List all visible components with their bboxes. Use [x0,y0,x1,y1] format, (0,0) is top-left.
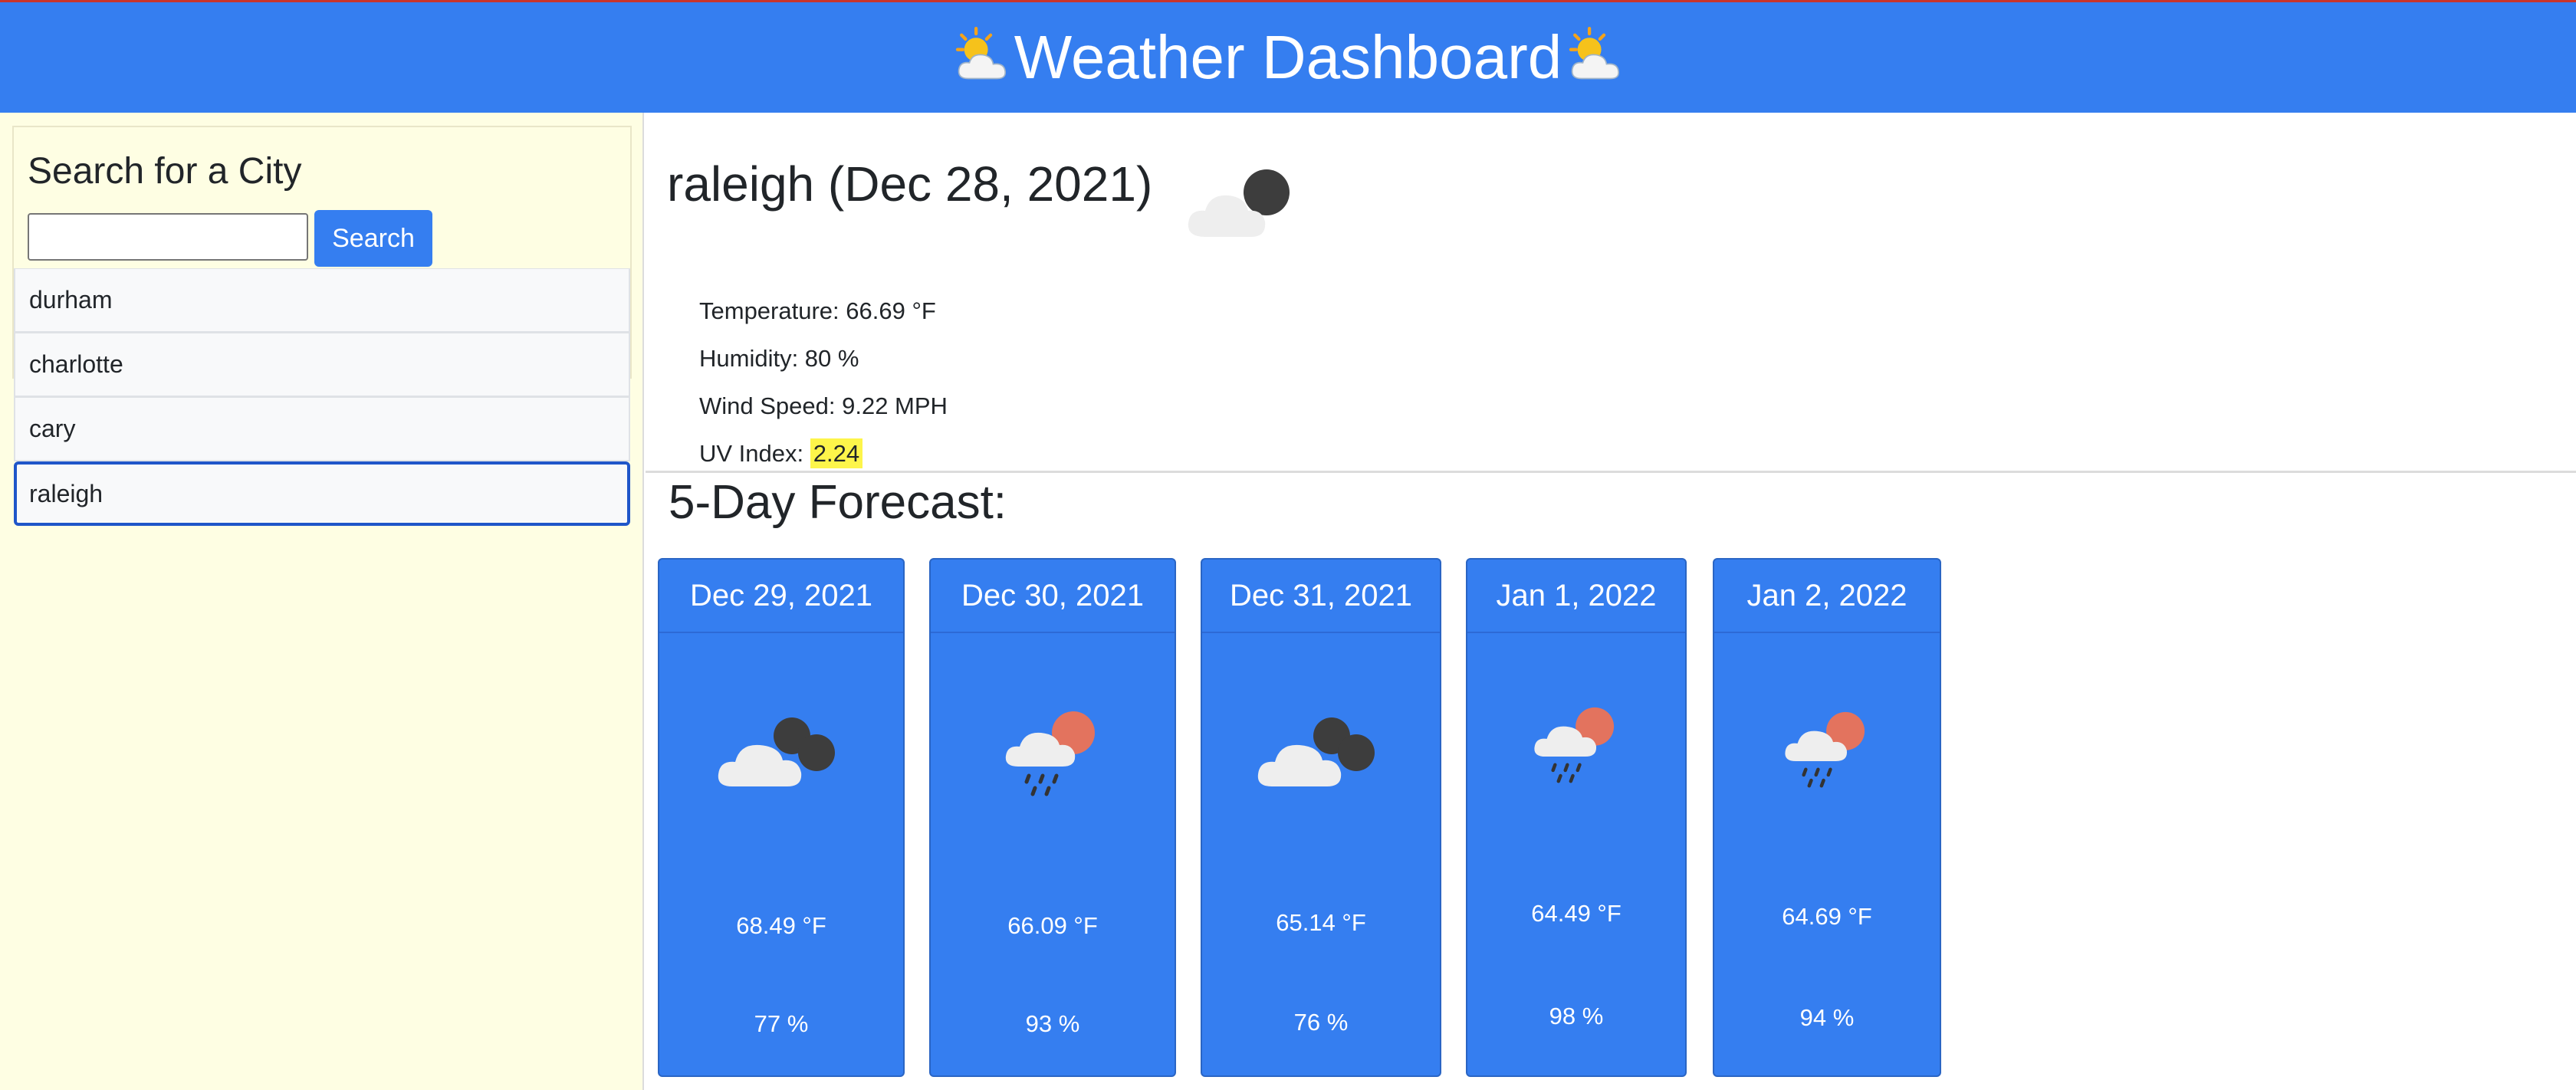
forecast-humidity: 93 % [1025,1010,1080,1037]
forecast-date: Jan 1, 2022 [1467,560,1685,633]
cloud-night-icon [718,717,835,786]
header-title-text: Weather Dashboard [1014,23,1562,91]
forecast-day-card: Dec 29, 2021 68.49 °F 77 % [658,558,905,1077]
forecast-date: Jan 2, 2022 [1714,560,1940,633]
current-city-title: raleigh (Dec 28, 2021) [667,156,1153,212]
forecast-humidity: 77 % [754,1010,809,1037]
forecast-date: Dec 30, 2021 [931,560,1175,633]
cloud-night-icon [1257,717,1375,786]
forecast-temp: 66.09 °F [1007,912,1098,939]
current-weather-panel: raleigh (Dec 28, 2021) Temperature: 66.6… [646,113,2576,473]
rain-sun-icon [1005,711,1095,796]
current-humidity: Humidity: 80 % [699,345,859,372]
forecast-date: Dec 29, 2021 [659,560,903,633]
search-heading: Search for a City [28,151,302,192]
sun-behind-cloud-icon [1569,27,1620,80]
forecast-temp: 64.49 °F [1531,900,1622,927]
current-uv-index: UV Index: 2.24 [699,430,948,478]
app-header: Weather Dashboard [0,2,2576,113]
search-history-list: durham charlotte cary raleigh [14,268,630,526]
cloud-night-icon [1188,169,1290,237]
forecast-day-card: Dec 30, 2021 66.09 °F 93 % [929,558,1176,1077]
current-wind-speed: Wind Speed: 9.22 MPH [699,392,948,419]
city-history-item-selected[interactable]: raleigh [14,461,630,526]
forecast-humidity: 76 % [1293,1009,1349,1036]
city-history-item[interactable]: cary [14,397,630,461]
page-title: Weather Dashboard [948,22,1628,93]
forecast-temp: 65.14 °F [1276,909,1366,936]
rain-sun-icon [1534,707,1615,783]
forecast-day-card: Jan 2, 2022 64.69 °F 94 % [1713,558,1941,1077]
forecast-date: Dec 31, 2021 [1202,560,1440,633]
forecast-day-card: Dec 31, 2021 65.14 °F 76 % [1201,558,1441,1077]
current-temperature: Temperature: 66.69 °F [699,297,936,324]
uv-badge: 2.24 [810,438,863,468]
forecast-title: 5-Day Forecast: [669,476,1007,529]
current-stats: Temperature: 66.69 °F Humidity: 80 % Win… [699,287,948,478]
city-history-item[interactable]: charlotte [14,333,630,397]
sun-behind-cloud-icon [955,27,1006,80]
city-history-item[interactable]: durham [14,268,630,333]
sidebar: Search for a City Search durham charlott… [0,113,644,1090]
forecast-humidity: 98 % [1549,1003,1604,1029]
uv-label: UV Index: [699,440,810,467]
forecast-day-card: Jan 1, 2022 64.49 °F 98 % [1466,558,1687,1077]
rain-sun-icon [1785,711,1865,788]
forecast-humidity: 94 % [1799,1004,1855,1031]
search-button[interactable]: Search [314,210,432,267]
forecast-temp: 64.69 °F [1782,903,1872,930]
city-search-input[interactable] [28,213,308,261]
forecast-temp: 68.49 °F [736,912,826,939]
